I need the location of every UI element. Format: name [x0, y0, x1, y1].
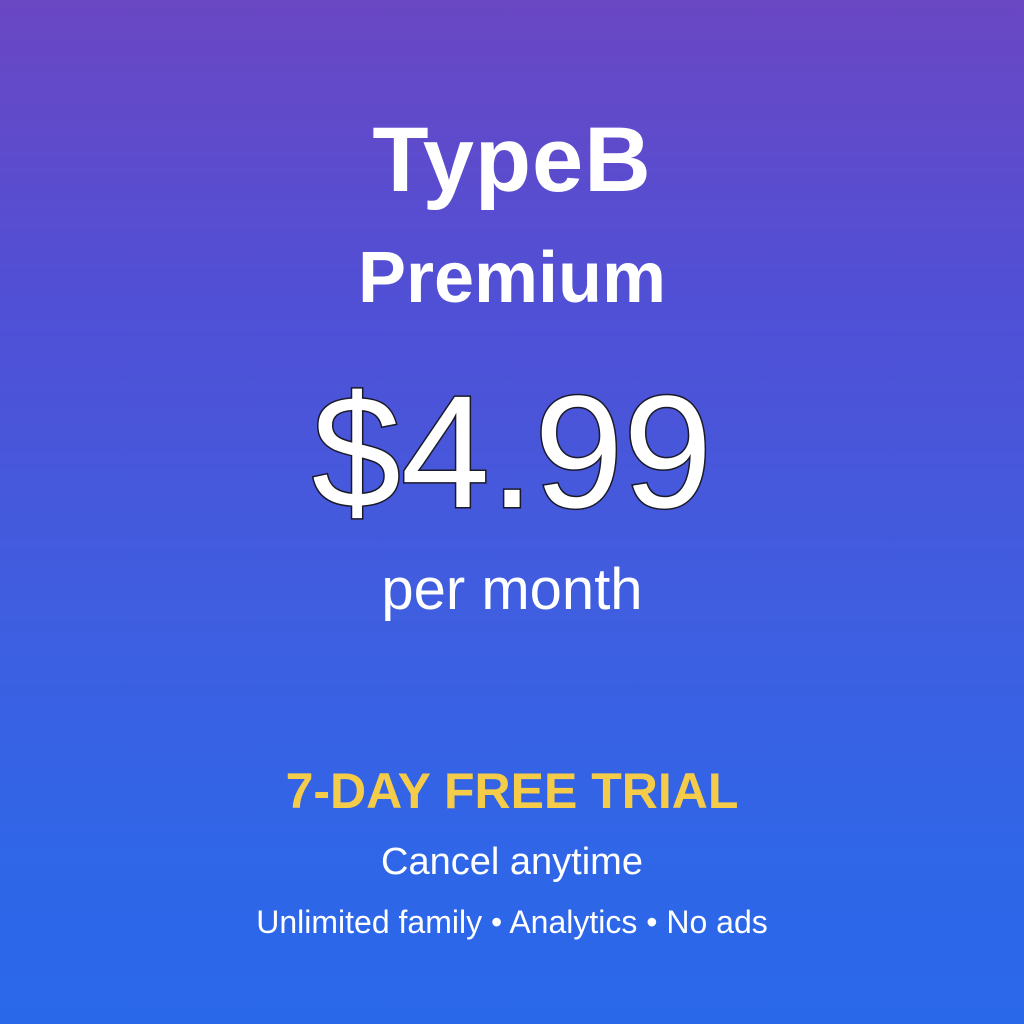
- tier-name: Premium: [357, 238, 667, 318]
- feature-list: Unlimited family • Analytics • No ads: [256, 904, 768, 940]
- brand-title: TypeB: [372, 109, 652, 211]
- cancel-note: Cancel anytime: [381, 841, 643, 883]
- premium-offer-card: TypeB Premium $4.99 per month 7-DAY FREE…: [0, 0, 1024, 1024]
- price-label: $4.99: [310, 362, 713, 541]
- free-trial-label: 7-DAY FREE TRIAL: [285, 763, 739, 819]
- billing-period: per month: [381, 557, 643, 622]
